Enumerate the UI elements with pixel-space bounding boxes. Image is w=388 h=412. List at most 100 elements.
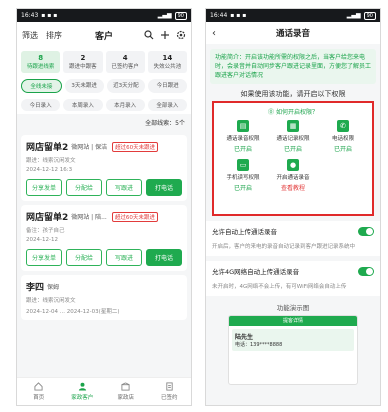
permission-section-title: 如果使用该功能，请开启以下权限 <box>240 90 346 98</box>
perm-storage[interactable]: ▭ 手机读写权限 已开启 <box>218 159 268 192</box>
chip[interactable]: 全线未接 <box>21 79 62 93</box>
overdue-badge: 超过60天未跟进 <box>112 141 159 152</box>
page-title: 通话录音 <box>275 29 310 39</box>
chip[interactable]: 3天未跟进 <box>64 79 104 93</box>
nav-home[interactable]: 首页 <box>17 378 61 405</box>
perm-label: 手机读写权限 <box>226 175 260 181</box>
setting-note: 开启后，客户的来电的录音自动记录到客户跟进记录系统中 <box>206 241 380 256</box>
view-tutorial-link[interactable]: 查看教程 <box>268 183 318 192</box>
stat-count: 14 <box>162 54 173 62</box>
demo-title: 功能演示图 <box>276 304 310 312</box>
4g-upload-setting: 允许4G网络自动上传通话录音 <box>206 261 380 281</box>
4g-upload-toggle[interactable] <box>358 266 374 276</box>
add-icon[interactable] <box>160 30 170 40</box>
call-button[interactable]: 打电话 <box>146 179 182 196</box>
lead-meta: 微网站 | 保洁 <box>71 144 108 151</box>
write-followup-button[interactable]: 写跟进 <box>106 249 142 266</box>
stat-label: 已签约客户 <box>111 64 139 70</box>
store-icon <box>121 382 130 391</box>
back-icon[interactable]: ‹ <box>212 28 216 39</box>
lead-meta: 微网站 | 陪... <box>71 214 107 221</box>
perm-call-log[interactable]: ▦ 通话记录权限 已开启 <box>268 120 318 153</box>
status-time: 16:44 <box>210 12 228 19</box>
write-followup-button[interactable]: 写跟进 <box>106 179 142 196</box>
overdue-badge: 超过60天未跟进 <box>111 211 158 222</box>
setting-label: 允许自动上传通话录音 <box>212 228 277 236</box>
lead-card[interactable]: 李四 保姆 跟进：线索沉闲发文 2024-12-04 ... 2024-12-0… <box>21 275 187 320</box>
lead-followup: 跟进：线索沉闲发文 <box>26 298 76 304</box>
demo-card: 陆先生 电话：139****8888 <box>232 329 354 351</box>
auto-upload-toggle[interactable] <box>358 226 374 236</box>
setting-note: 未开启时，4G网络不会上传，有可WiFi网络会自动上传 <box>206 281 380 296</box>
call-log-icon: ▦ <box>287 120 299 132</box>
chip[interactable]: 全部录入 <box>147 99 187 111</box>
stat-tab-pending[interactable]: 8 待跟进线索 <box>21 51 61 73</box>
call-button[interactable]: 打电话 <box>146 249 182 266</box>
stat-tab-signed[interactable]: 4 已签约客户 <box>105 51 145 73</box>
demo-sub: 电话：139****8888 <box>235 342 283 348</box>
signal-icon: ▂▄▆ <box>346 12 361 19</box>
notification-icons: ▪ ▪ ▪ <box>41 12 58 19</box>
stat-label: 待跟进线索 <box>26 64 55 70</box>
filter-button[interactable]: 筛选 <box>22 30 38 41</box>
chip[interactable]: 今日录入 <box>21 99 61 111</box>
lead-card[interactable]: 网店留单2 微网站 | 陪... 超过60天未跟进 备注：孩子自己 2024-1… <box>21 205 187 271</box>
assign-button[interactable]: 分配给 <box>66 249 102 266</box>
phone-icon: ✆ <box>337 120 349 132</box>
search-icon[interactable] <box>144 30 154 40</box>
lead-date: 2024-12-12 <box>26 237 58 243</box>
share-button[interactable]: 分享发单 <box>26 249 62 266</box>
stat-count: 4 <box>122 54 128 62</box>
stats-tabs: 8 待跟进线索 2 跟进中跟客 4 已签约客户 14 失效公共池 <box>17 48 191 76</box>
home-icon <box>34 382 43 391</box>
stat-tab-following[interactable]: 2 跟进中跟客 <box>63 51 103 73</box>
share-button[interactable]: 分享发单 <box>26 179 62 196</box>
document-icon <box>166 382 173 391</box>
lead-name: 网店留单2 <box>26 213 69 223</box>
status-time: 16:43 <box>21 12 39 19</box>
perm-status: 已开启 <box>233 146 252 153</box>
nav-label: 已签约 <box>160 395 178 401</box>
lead-name: 李四 <box>26 283 45 293</box>
how-to-enable-link[interactable]: ⓪ 如何开启权限？ <box>218 107 368 116</box>
chip[interactable]: 今日跟进 <box>148 79 187 93</box>
status-bar: 16:43 ▪ ▪ ▪ ▂▄▆ 90 <box>17 9 191 22</box>
battery-icon: 90 <box>174 11 187 20</box>
perm-label: 开启通话录音 <box>276 175 310 181</box>
chip[interactable]: 本周录入 <box>63 99 103 111</box>
nav-label: 家政客户 <box>71 395 94 401</box>
auto-upload-setting: 允许自动上传通话录音 <box>206 221 380 241</box>
perm-status: 已开启 <box>283 146 302 153</box>
chip[interactable]: 本月录入 <box>105 99 145 111</box>
perm-call-recording[interactable]: ▤ 通话录音权限 已开启 <box>218 120 268 153</box>
lead-card[interactable]: 网店留单2 微网站 | 保洁 超过60天未跟进 跟进：线索沉闲发文 2024-1… <box>21 135 187 201</box>
nav-label: 首页 <box>33 395 45 401</box>
gear-icon[interactable] <box>176 30 186 40</box>
stat-count: 2 <box>80 54 86 62</box>
stat-label: 跟进中跟客 <box>69 64 97 70</box>
assign-button[interactable]: 分配给 <box>66 179 102 196</box>
nav-customers[interactable]: 家政客户 <box>61 378 105 405</box>
permission-panel: ⓪ 如何开启权限？ ▤ 通话录音权限 已开启 ▦ 通话记录权限 已开启 ✆ 电话… <box>212 101 374 216</box>
perm-label: 电话权限 <box>331 136 354 142</box>
demo-image: 提客详情 陆先生 电话：139****8888 <box>228 315 358 385</box>
filter-chips-row1: 全线未接 3天未跟进 近3天分配 今日跟进 <box>17 76 191 96</box>
perm-phone[interactable]: ✆ 电话权限 已开启 <box>318 120 368 153</box>
stat-tab-public-pool[interactable]: 14 失效公共池 <box>147 51 187 73</box>
perm-status: 已开启 <box>333 146 352 153</box>
perm-enable-recording[interactable]: ● 开启通话录音 查看教程 <box>268 159 318 192</box>
setting-label: 允许4G网络自动上传通话录音 <box>212 268 300 276</box>
sort-button[interactable]: 排序 <box>46 30 62 41</box>
lead-meta: 保姆 <box>47 284 60 291</box>
lead-note: 备注：孩子自己 <box>26 228 65 234</box>
chip[interactable]: 近3天分配 <box>106 79 146 93</box>
right-phone-screen: 16:44 ▪ ▪ ▪ ▂▄▆ 90 ‹ 通话录音 功能简介：开启该功能所需的权… <box>205 8 381 406</box>
lead-name: 网店留单2 <box>26 143 69 153</box>
battery-icon: 90 <box>363 11 376 20</box>
nav-store[interactable]: 家政店 <box>104 378 148 405</box>
recording-file-icon: ▤ <box>237 120 249 132</box>
perm-label: 通话录音权限 <box>226 136 260 142</box>
nav-signed[interactable]: 已签约 <box>148 378 192 405</box>
total-count: 全部线索：5个 <box>145 120 185 127</box>
nav-label: 家政店 <box>117 395 134 401</box>
